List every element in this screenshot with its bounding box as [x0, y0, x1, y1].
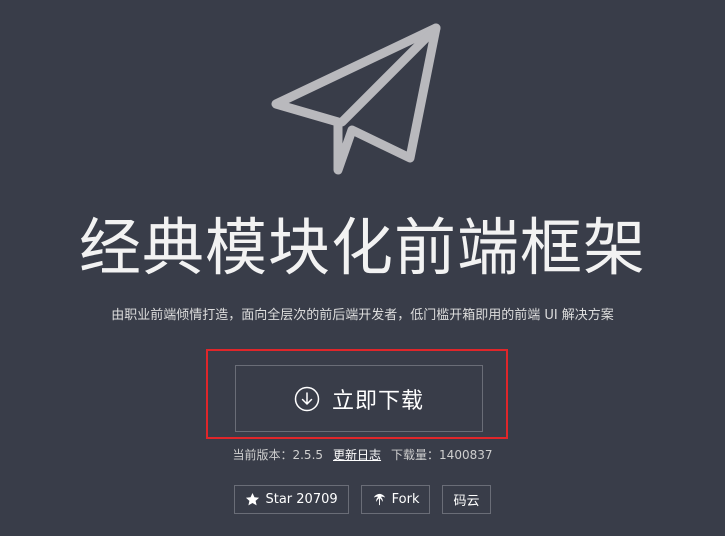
- fork-button-label: Fork: [391, 492, 420, 507]
- version-info: 当前版本：2.5.5 更新日志 下载量：1400837: [0, 446, 725, 464]
- page-subtitle: 由职业前端倾情打造，面向全层次的前后端开发者，低门槛开箱即用的前端 UI 解决方…: [111, 308, 614, 323]
- download-circle-icon: [294, 386, 320, 411]
- gitee-button[interactable]: 码云: [442, 485, 491, 514]
- repo-buttons: Star 20709 Fork 码云: [0, 485, 725, 514]
- gitee-button-label: 码云: [453, 494, 480, 509]
- paper-plane-icon: [271, 23, 441, 175]
- star-button[interactable]: Star 20709: [234, 485, 349, 514]
- download-count: 下载量：1400837: [391, 448, 493, 462]
- star-button-label: Star 20709: [265, 492, 338, 507]
- page-title: 经典模块化前端框架: [78, 211, 646, 284]
- download-button-label: 立即下载: [331, 388, 424, 414]
- star-icon: [246, 492, 260, 506]
- fork-button[interactable]: Fork: [360, 485, 431, 514]
- changelog-link[interactable]: 更新日志: [333, 448, 381, 462]
- fork-icon: [373, 493, 385, 506]
- download-button[interactable]: 立即下载: [235, 365, 483, 432]
- version-label: 当前版本：2.5.5: [232, 448, 324, 462]
